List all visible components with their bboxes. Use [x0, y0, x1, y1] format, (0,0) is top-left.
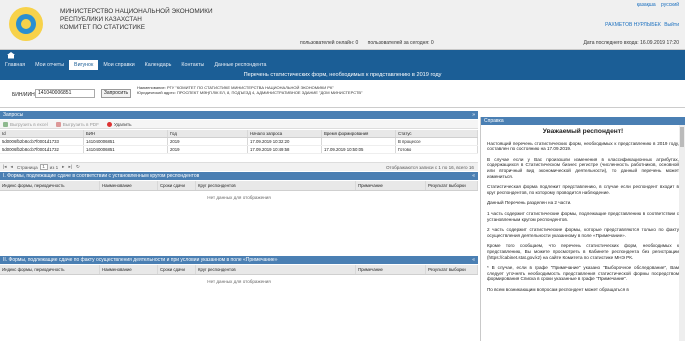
section1-empty: Нет данных для отображения: [207, 195, 271, 200]
page-total: из 1: [49, 164, 59, 170]
delete-icon: [106, 121, 112, 127]
refresh-icon[interactable]: ↻: [76, 164, 80, 170]
language-switch: қазақша русский: [633, 2, 679, 8]
bin-label: БИН/ИИН:: [12, 92, 37, 98]
last-page-icon[interactable]: ▸|: [68, 164, 72, 170]
pdf-icon: [55, 121, 61, 127]
collapse-icon[interactable]: «: [472, 256, 475, 264]
collapse-icon[interactable]: «: [472, 172, 475, 180]
col-note[interactable]: Примечание: [356, 265, 426, 274]
today-count: пользователей за сегодня: 0: [367, 40, 434, 46]
requests-pager: |◂ ◂ Страница 1 из 1 ▸ ▸| ↻ Отображаются…: [0, 162, 478, 171]
col-result[interactable]: Результат выборки: [426, 265, 478, 274]
section2-title: II. Формы, подлежащие сдаче по факту осу…: [3, 257, 278, 263]
page-title: Перечень статистических форм, необходимы…: [0, 70, 685, 80]
col-status[interactable]: Статус: [396, 130, 478, 137]
tab-contacts[interactable]: Контакты: [176, 60, 209, 70]
user-stats: пользователей онлайн: 0 пользователей за…: [300, 40, 442, 46]
nav-tabs: Главная Мои отчеты Вигунок Мои справки К…: [0, 60, 271, 70]
col-start[interactable]: Начало запроса: [248, 130, 322, 137]
help-panel: Справка Уважаемый респондент! Настоящий …: [480, 117, 685, 341]
tab-my-references[interactable]: Мои справки: [98, 60, 139, 70]
help-text: Уважаемый респондент! Настоящий перечень…: [487, 128, 679, 297]
export-pdf-button[interactable]: Выгрузить в PDF: [55, 121, 99, 127]
help-paragraph: Данный Перечень разделен на 2 части.: [487, 200, 572, 206]
user-name[interactable]: РАХМЕТОВ НУРЛЫБЕК: [605, 22, 661, 28]
col-result[interactable]: Результат выборки: [426, 181, 478, 190]
section2-grid-header: Индекс формы, периодичность Наименование…: [0, 265, 478, 275]
section2-header: II. Формы, подлежащие сдаче по факту осу…: [0, 256, 478, 264]
bin-search-bar: БИН/ИИН: 141040006851 Запросить Наименов…: [0, 80, 685, 108]
tab-calendar[interactable]: Календарь: [140, 60, 177, 70]
excel-icon: [3, 121, 8, 127]
section2-empty: Нет данных для отображения: [207, 279, 271, 284]
exit-link[interactable]: Выйти: [664, 22, 679, 28]
pager-summary: Отображаются записи с 1 по 16, всего 16: [385, 164, 474, 170]
col-id[interactable]: Id: [0, 130, 84, 137]
col-name[interactable]: Наименование: [100, 265, 158, 274]
help-paragraph: Кроме того сообщаем, что перечень статис…: [487, 243, 679, 260]
table-row[interactable]: 5d0006fb2b8ccb7f0001d1733 141040006851 2…: [0, 138, 478, 146]
home-icon[interactable]: [6, 51, 16, 59]
respondent-address: Юридический адрес: ПРОСПЕКТ МӘҢГІЛІК ЕЛ,…: [137, 90, 363, 95]
col-year[interactable]: Год: [168, 130, 248, 137]
delete-button[interactable]: Удалить: [106, 121, 131, 127]
lang-kz-link[interactable]: қазақша: [637, 2, 656, 8]
export-excel-button[interactable]: Выгрузить в excel: [3, 121, 48, 127]
main-nav: Главная Мои отчеты Вигунок Мои справки К…: [0, 50, 685, 70]
col-formed[interactable]: Время формирования: [322, 130, 396, 137]
online-count: пользователей онлайн: 0: [300, 40, 359, 46]
help-title: Справка: [484, 118, 504, 124]
respondent-info: Наименование: РГУ "КОМИТЕТ ПО СТАТИСТИКЕ…: [137, 85, 362, 95]
prev-page-icon[interactable]: ◂: [11, 164, 13, 170]
col-respondents[interactable]: Круг респондентов: [196, 265, 356, 274]
last-login: Дата последнего входа: 16.09.2019 17:20: [583, 40, 679, 46]
col-deadline[interactable]: Сроки сдачи: [158, 265, 196, 274]
bin-input[interactable]: 141040006851: [35, 89, 95, 98]
tab-my-reports[interactable]: Мои отчеты: [30, 60, 69, 70]
collapse-icon[interactable]: »: [472, 111, 475, 119]
next-page-icon[interactable]: ▸: [62, 164, 64, 170]
page-label: Страница: [16, 164, 38, 170]
col-note[interactable]: Примечание: [356, 181, 426, 190]
header: МИНИСТЕРСТВО НАЦИОНАЛЬНОЙ ЭКОНОМИКИ РЕСП…: [0, 0, 685, 50]
help-header: Справка: [481, 117, 685, 125]
col-form-index[interactable]: Индекс формы, периодичность: [0, 181, 100, 190]
request-button[interactable]: Запросить: [101, 89, 131, 98]
help-paragraph: Статистическая форма подлежит представле…: [487, 184, 679, 195]
help-paragraph: По всем возникающим вопросам респондент …: [487, 286, 629, 292]
help-paragraph: В случае если у Вас произошли изменения …: [487, 156, 679, 179]
requests-toolbar: Выгрузить в excel Выгрузить в PDF Удалит…: [0, 120, 478, 129]
help-paragraph: 2 часть содержит статистические формы, к…: [487, 227, 679, 238]
requests-grid-header: Id БИН Год Начало запроса Время формиров…: [0, 130, 478, 138]
col-respondents[interactable]: Круг респондентов: [196, 181, 356, 190]
help-paragraph: 1 часть содержит статистические формы, п…: [487, 210, 679, 222]
requests-header: Запросы »: [0, 111, 478, 119]
help-paragraph: * В случае, если в графе "Примечание" ук…: [487, 265, 679, 282]
emblem-icon: [9, 7, 43, 41]
tab-home[interactable]: Главная: [0, 60, 30, 70]
page-input[interactable]: 1: [39, 164, 48, 170]
help-paragraph: Настоящий перечень статистических форм, …: [487, 140, 679, 152]
scroll-thumb[interactable]: [680, 127, 684, 147]
requests-title: Запросы: [3, 112, 24, 118]
section1-grid-header: Индекс формы, периодичность Наименование…: [0, 181, 478, 191]
section1-header: I. Формы, подлежащие сдаче в соответстви…: [0, 172, 478, 180]
help-heading: Уважаемый респондент!: [542, 128, 624, 135]
tab-respondent-data[interactable]: Данные респондента: [209, 60, 271, 70]
tab-vigunok[interactable]: Вигунок: [69, 60, 99, 70]
help-scrollbar[interactable]: [679, 125, 685, 341]
first-page-icon[interactable]: |◂: [3, 164, 7, 170]
col-bin[interactable]: БИН: [84, 130, 168, 137]
col-deadline[interactable]: Сроки сдачи: [158, 181, 196, 190]
table-row[interactable]: 5d0006fb2b8ccb7f0001d1732 141040006851 2…: [0, 146, 478, 154]
user-info: РАХМЕТОВ НУРЛЫБЕК Выйти: [605, 22, 679, 28]
lang-ru-link[interactable]: русский: [661, 2, 679, 8]
col-form-index[interactable]: Индекс формы, периодичность: [0, 265, 100, 274]
section1-title: I. Формы, подлежащие сдаче в соответстви…: [3, 173, 200, 179]
col-name[interactable]: Наименование: [100, 181, 158, 190]
org-name: МИНИСТЕРСТВО НАЦИОНАЛЬНОЙ ЭКОНОМИКИ РЕСП…: [60, 8, 213, 31]
